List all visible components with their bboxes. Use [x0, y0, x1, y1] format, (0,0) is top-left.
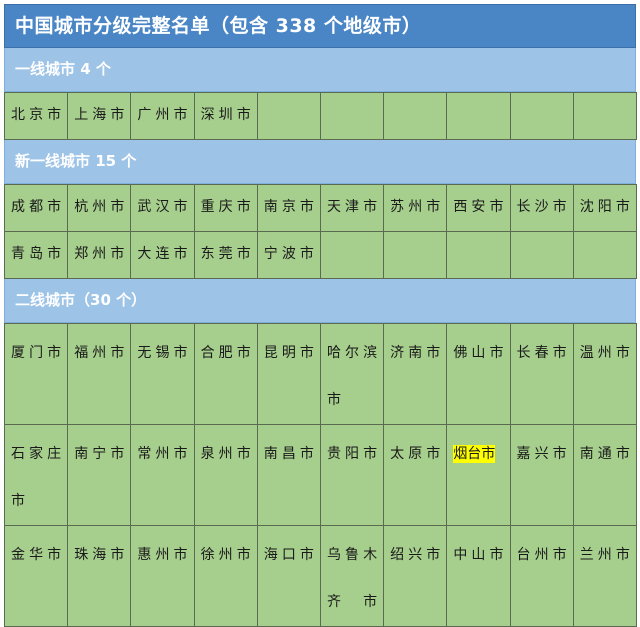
table-row: 成都市 杭州市 武汉市 重庆市 南京市 天津市 苏州市 西安市 长沙市 沈阳市: [3, 184, 637, 232]
section-header-label: 二线城市（30 个）: [15, 291, 147, 310]
city-cell[interactable]: 合肥市: [193, 323, 258, 425]
city-cell[interactable]: 青岛市: [3, 231, 69, 279]
city-cell-empty: [319, 231, 385, 279]
city-cell[interactable]: 大连市: [130, 231, 195, 279]
city-cell[interactable]: 南京市: [256, 184, 321, 232]
table-row: 北京市 上海市 广州市 深圳市: [3, 92, 637, 140]
city-cell-empty: [383, 92, 448, 140]
city-cell-empty: [509, 92, 574, 140]
city-cell[interactable]: 天津市: [319, 184, 385, 232]
city-cell[interactable]: 泉州市: [193, 424, 258, 526]
highlighted-city-label: 烟台市: [453, 445, 496, 463]
city-cell[interactable]: 兰州市: [572, 525, 637, 627]
city-cell[interactable]: 常州市: [130, 424, 195, 526]
city-cell[interactable]: 宁波市: [256, 231, 321, 279]
city-cell[interactable]: 台州市: [509, 525, 574, 627]
city-grid-tier-1: 北京市 上海市 广州市 深圳市: [3, 92, 637, 140]
city-cell[interactable]: 南昌市: [256, 424, 321, 526]
city-cell[interactable]: 贵阳市: [319, 424, 385, 526]
city-cell[interactable]: 惠州市: [130, 525, 195, 627]
city-cell-empty: [509, 231, 574, 279]
city-cell[interactable]: 温州市: [572, 323, 637, 425]
city-cell[interactable]: 深圳市: [193, 92, 258, 140]
city-cell[interactable]: 苏州市: [383, 184, 448, 232]
section-header-tier-2: 二线城市（30 个）: [4, 279, 636, 323]
city-cell-empty: [256, 92, 321, 140]
section-header-new-tier-1: 新一线城市 15 个: [4, 140, 636, 184]
city-cell-empty: [446, 92, 511, 140]
city-cell[interactable]: 无锡市: [130, 323, 195, 425]
section-header-label: 一线城市 4 个: [15, 60, 111, 79]
city-cell[interactable]: 沈阳市: [572, 184, 637, 232]
city-cell[interactable]: 福州市: [67, 323, 132, 425]
city-cell[interactable]: 海口市: [256, 525, 321, 627]
page-title: 中国城市分级完整名单（包含 338 个地级市）: [15, 14, 422, 37]
city-tier-table: 中国城市分级完整名单（包含 338 个地级市） 一线城市 4 个北京市 上海市 广州…: [3, 4, 637, 627]
city-cell[interactable]: 珠海市: [67, 525, 132, 627]
section-header-tier-1: 一线城市 4 个: [4, 48, 636, 92]
city-cell-empty: [572, 92, 637, 140]
city-cell[interactable]: 长沙市: [509, 184, 574, 232]
city-cell[interactable]: 北京市: [3, 92, 69, 140]
city-cell[interactable]: 长春市: [509, 323, 574, 425]
city-grid-new-tier-1: 成都市 杭州市 武汉市 重庆市 南京市 天津市 苏州市 西安市 长沙市 沈阳市 青岛市 郑州市 大连市东…: [3, 184, 637, 279]
city-cell[interactable]: 西安市: [446, 184, 511, 232]
city-cell[interactable]: 郑州市: [67, 231, 132, 279]
city-cell-empty: [383, 231, 448, 279]
city-cell[interactable]: 厦门市: [3, 323, 69, 425]
city-cell[interactable]: 南宁市: [67, 424, 132, 526]
sections-container: 一线城市 4 个北京市 上海市 广州市 深圳市新一线城市 15 个成都市 杭州市 武汉市重…: [3, 48, 637, 627]
city-cell[interactable]: 中山市: [446, 525, 511, 627]
city-cell[interactable]: 南通市: [572, 424, 637, 526]
city-cell[interactable]: 石家庄市: [3, 424, 69, 526]
city-cell[interactable]: 成都市: [3, 184, 69, 232]
table-row: 青岛市 郑州市 大连市 东莞市 宁波市: [3, 231, 637, 279]
city-cell[interactable]: 东莞市: [193, 231, 258, 279]
city-cell[interactable]: 烟台市: [446, 424, 511, 526]
table-row: 石家庄市 南宁市 常州市 泉州市 南昌市 贵阳市 太原市 烟台市 嘉兴市 南通市: [3, 424, 637, 526]
city-cell[interactable]: 金华市: [3, 525, 69, 627]
city-cell[interactable]: 徐州市: [193, 525, 258, 627]
section-header-label: 新一线城市 15 个: [15, 152, 137, 171]
city-cell[interactable]: 嘉兴市: [509, 424, 574, 526]
city-cell[interactable]: 哈尔滨市: [319, 323, 385, 425]
city-cell[interactable]: 广州市: [130, 92, 195, 140]
city-cell[interactable]: 上海市: [67, 92, 132, 140]
city-cell-empty: [319, 92, 385, 140]
city-cell[interactable]: 太原市: [383, 424, 448, 526]
city-cell[interactable]: 绍兴市: [383, 525, 448, 627]
city-cell[interactable]: 武汉市: [130, 184, 195, 232]
city-cell[interactable]: 佛山市: [446, 323, 511, 425]
city-cell[interactable]: 乌鲁木齐市: [319, 525, 385, 627]
table-row: 厦门市 福州市 无锡市 合肥市 昆明市 哈尔滨市 济南市 佛山市 长春市 温州市: [3, 323, 637, 425]
table-row: 金华市 珠海市 惠州市 徐州市 海口市 乌鲁木齐市 绍兴市 中山市 台州市 兰州市: [3, 525, 637, 627]
city-cell-empty: [572, 231, 637, 279]
table-title-bar: 中国城市分级完整名单（包含 338 个地级市）: [4, 4, 636, 48]
city-cell-empty: [446, 231, 511, 279]
city-cell[interactable]: 杭州市: [67, 184, 132, 232]
city-cell[interactable]: 重庆市: [193, 184, 258, 232]
city-cell[interactable]: 昆明市: [256, 323, 321, 425]
city-grid-tier-2: 厦门市 福州市 无锡市 合肥市 昆明市 哈尔滨市 济南市 佛山市 长春市 温州市 石家庄市 南宁市 常州…: [3, 323, 637, 627]
city-cell[interactable]: 济南市: [383, 323, 448, 425]
